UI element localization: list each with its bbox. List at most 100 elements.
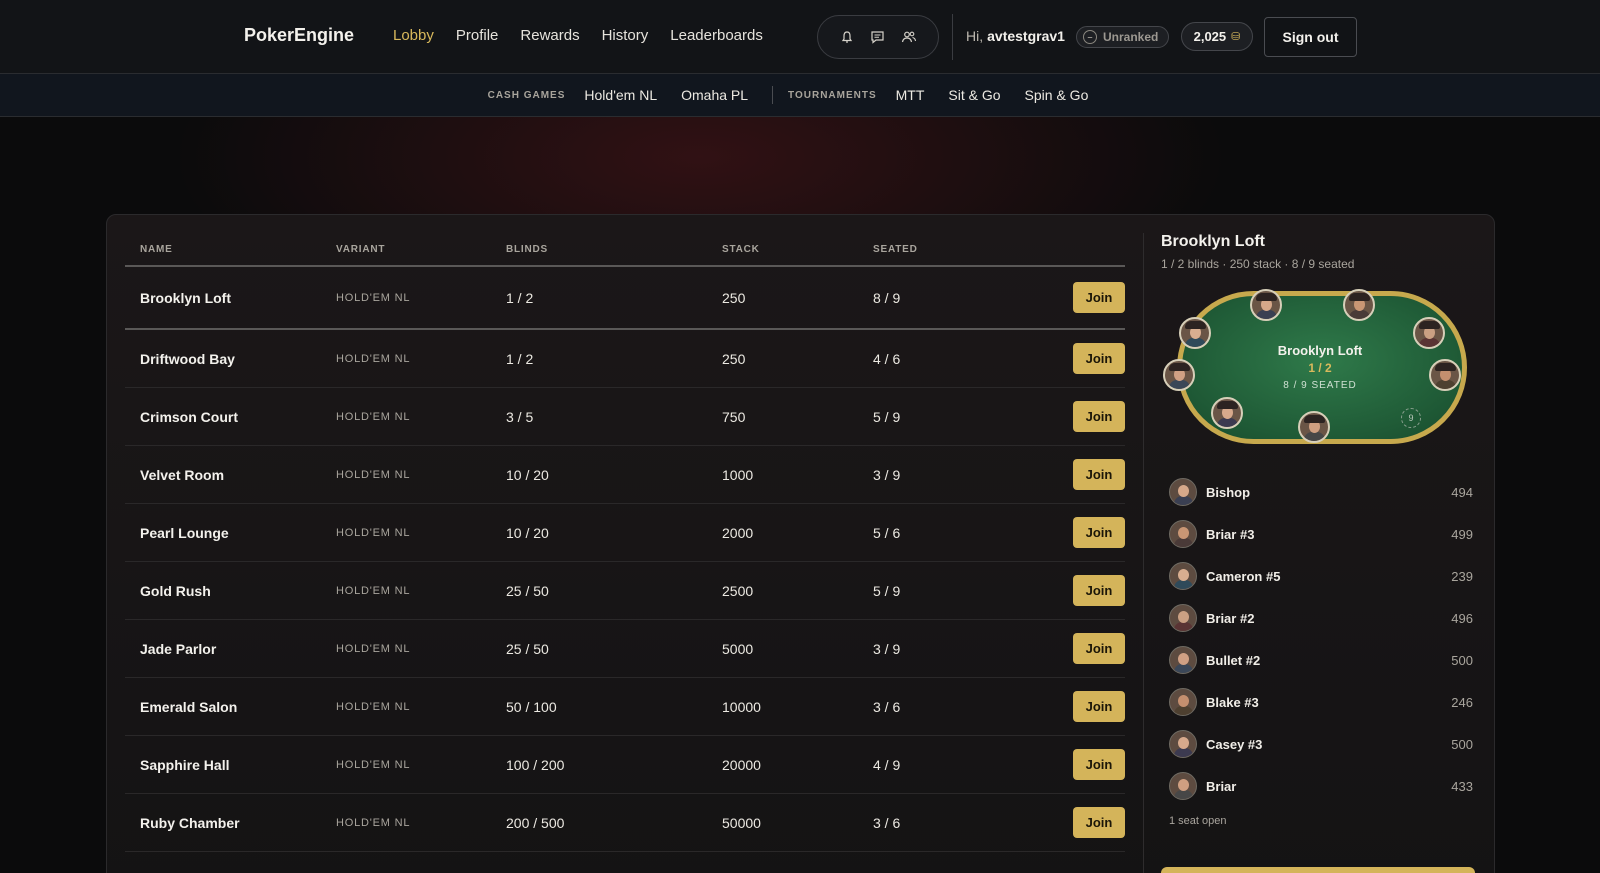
preview-subtitle: 1 / 2 blinds · 250 stack · 8 / 9 seated	[1161, 257, 1355, 271]
player-list-item[interactable]: Casey #3 500	[1161, 723, 1481, 765]
join-button[interactable]: Join	[1073, 401, 1125, 432]
player-list-item[interactable]: Bishop 494	[1161, 471, 1481, 513]
seat-avatar[interactable]	[1343, 289, 1375, 321]
brand-logo[interactable]: PokerEngine	[244, 25, 354, 46]
player-name: Bishop	[1206, 484, 1251, 500]
row-name: Brooklyn Loft	[140, 289, 231, 306]
seat-avatar[interactable]	[1179, 317, 1211, 349]
join-button[interactable]: Join	[1073, 343, 1125, 374]
row-action: Join	[1052, 807, 1125, 838]
nav-history[interactable]: History	[602, 27, 649, 44]
seat-avatar[interactable]	[1250, 289, 1282, 321]
subnav-omaha-pl[interactable]: Omaha PL	[681, 87, 748, 103]
take-seat-button[interactable]	[1161, 867, 1475, 873]
table-row[interactable]: Driftwood Bay HOLD'EM NL 1 / 2 250 4 / 6 Join	[125, 330, 1125, 388]
table-row[interactable]: Crimson Court HOLD'EM NL 3 / 5 750 5 / 9 Join	[125, 388, 1125, 446]
coin-balance[interactable]: 2,025 ⛁	[1181, 22, 1253, 51]
main-nav: Lobby Profile Rewards History Leaderboar…	[393, 27, 763, 44]
player-list-item[interactable]: Briar #3 499	[1161, 513, 1481, 555]
empty-seat[interactable]: 9	[1401, 408, 1421, 428]
player-list-item[interactable]: Briar #2 496	[1161, 597, 1481, 639]
coin-amount: 2,025	[1193, 29, 1227, 44]
row-blinds: 25 / 50	[506, 582, 549, 599]
row-stack: 250	[722, 350, 746, 367]
row-action: Join	[1052, 517, 1125, 548]
preview-title: Brooklyn Loft	[1161, 233, 1265, 250]
open-seats-count: 1 seat open	[1169, 815, 1227, 827]
join-button[interactable]: Join	[1073, 749, 1125, 780]
row-seated: 5 / 9	[873, 582, 901, 599]
rank-icon: –	[1083, 30, 1097, 44]
row-variant: HOLD'EM NL	[336, 526, 411, 539]
bell-icon[interactable]	[838, 28, 856, 46]
row-stack: 250	[722, 289, 746, 306]
table-row[interactable]: Gold Rush HOLD'EM NL 25 / 50 2500 5 / 9 Join	[125, 562, 1125, 620]
seat-avatar[interactable]	[1211, 397, 1243, 429]
header-variant[interactable]: VARIANT	[336, 244, 506, 255]
header-name[interactable]: NAME	[125, 244, 336, 255]
subnav-mtt[interactable]: MTT	[896, 87, 925, 103]
seat-avatar[interactable]	[1163, 359, 1195, 391]
row-name: Crimson Court	[140, 408, 238, 425]
row-variant: HOLD'EM NL	[336, 758, 411, 771]
seated-players-list: Bishop 494 Briar #3 499 Cameron #5 239 Briar #…	[1161, 471, 1481, 807]
player-avatar	[1169, 772, 1197, 800]
row-variant: HOLD'EM NL	[336, 816, 411, 829]
seat-avatar[interactable]	[1298, 411, 1330, 443]
rank-badge[interactable]: – Unranked	[1076, 26, 1169, 48]
row-seated: 8 / 9	[873, 289, 901, 306]
table-row[interactable]: Jade Parlor HOLD'EM NL 25 / 50 5000 3 / 9 Joi…	[125, 620, 1125, 678]
username[interactable]: avtestgrav1	[987, 28, 1065, 44]
table-row[interactable]: Emerald Salon HOLD'EM NL 50 / 100 10000 3 / …	[125, 678, 1125, 736]
row-variant: HOLD'EM NL	[336, 584, 411, 597]
player-avatar	[1169, 562, 1197, 590]
table-row[interactable]: Ruby Chamber HOLD'EM NL 200 / 500 50000 3 / …	[125, 794, 1125, 852]
subnav-sit-and-go[interactable]: Sit & Go	[948, 87, 1000, 103]
row-seated: 5 / 9	[873, 408, 901, 425]
nav-leaderboards[interactable]: Leaderboards	[670, 27, 763, 44]
row-blinds: 200 / 500	[506, 814, 565, 831]
player-list-item[interactable]: Blake #3 246	[1161, 681, 1481, 723]
player-list-item[interactable]: Bullet #2 500	[1161, 639, 1481, 681]
user-greeting: Hi, avtestgrav1	[966, 28, 1065, 44]
seat-avatar[interactable]	[1429, 359, 1461, 391]
nav-profile[interactable]: Profile	[456, 27, 499, 44]
nav-rewards[interactable]: Rewards	[520, 27, 579, 44]
join-button[interactable]: Join	[1073, 459, 1125, 490]
friends-icon[interactable]	[900, 28, 918, 46]
row-action: Join	[1052, 749, 1125, 780]
join-button[interactable]: Join	[1073, 517, 1125, 548]
header-blinds[interactable]: BLINDS	[506, 244, 722, 255]
player-list-item[interactable]: Briar 433	[1161, 765, 1481, 807]
player-list-item[interactable]: Cameron #5 239	[1161, 555, 1481, 597]
header-stack[interactable]: STACK	[722, 244, 873, 255]
join-button[interactable]: Join	[1073, 633, 1125, 664]
player-stack: 433	[1451, 778, 1473, 794]
player-name: Bullet #2	[1206, 652, 1261, 668]
row-stack: 20000	[722, 756, 761, 773]
table-row[interactable]: Brooklyn Loft HOLD'EM NL 1 / 2 250 8 / 9 Join	[125, 267, 1125, 330]
join-button[interactable]: Join	[1073, 691, 1125, 722]
row-stack: 1000	[722, 466, 754, 483]
sign-out-button[interactable]: Sign out	[1264, 17, 1357, 57]
seat-avatar[interactable]	[1413, 317, 1445, 349]
row-blinds: 100 / 200	[506, 756, 565, 773]
row-stack: 750	[722, 408, 746, 425]
join-button[interactable]: Join	[1073, 807, 1125, 838]
row-seated: 3 / 6	[873, 814, 901, 831]
table-header: NAME VARIANT BLINDS STACK SEATED	[125, 233, 1125, 267]
player-avatar	[1169, 478, 1197, 506]
chat-icon[interactable]	[869, 28, 887, 46]
coin-icon: ⛁	[1231, 31, 1241, 43]
subnav-holdem-nl[interactable]: Hold'em NL	[584, 87, 657, 103]
table-row[interactable]: Sapphire Hall HOLD'EM NL 100 / 200 20000 4 /…	[125, 736, 1125, 794]
header-seated[interactable]: SEATED	[873, 244, 1052, 255]
subnav-spin-and-go[interactable]: Spin & Go	[1025, 87, 1089, 103]
table-row[interactable]: Velvet Room HOLD'EM NL 10 / 20 1000 3 / 9 Joi…	[125, 446, 1125, 504]
join-button[interactable]: Join	[1073, 575, 1125, 606]
table-row[interactable]: Pearl Lounge HOLD'EM NL 10 / 20 2000 5 / 6 Jo…	[125, 504, 1125, 562]
row-seated: 3 / 6	[873, 698, 901, 715]
player-stack: 496	[1451, 610, 1473, 626]
nav-lobby[interactable]: Lobby	[393, 27, 434, 44]
join-button[interactable]: Join	[1073, 282, 1125, 313]
